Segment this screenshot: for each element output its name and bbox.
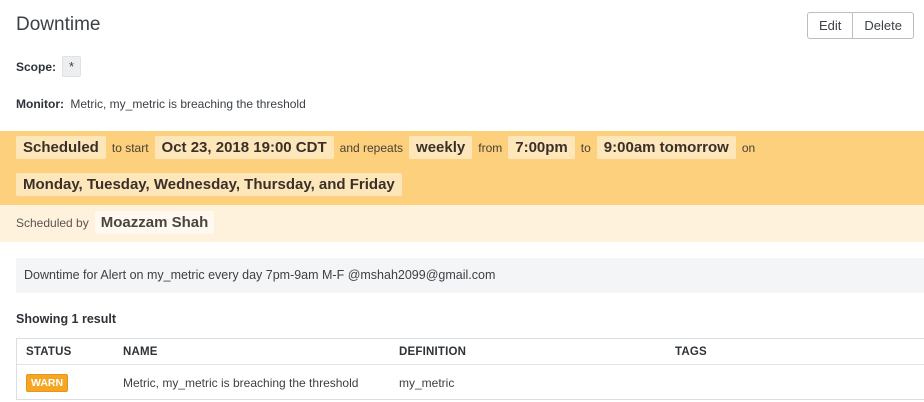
scope-value: * (62, 56, 82, 77)
monitor-label: Monitor: (16, 97, 64, 111)
status-badge: WARN (26, 374, 69, 392)
schedule-text-on: on (741, 140, 756, 155)
results-summary: Showing 1 result (16, 312, 117, 326)
results-table: STATUS NAME DEFINITION TAGS WARN Metric,… (16, 338, 924, 400)
table-header: STATUS NAME DEFINITION TAGS (17, 339, 924, 365)
scope-row: Scope: * (16, 56, 82, 77)
column-status[interactable]: STATUS (26, 346, 72, 358)
column-tags[interactable]: TAGS (675, 346, 707, 358)
monitor-row: Monitor: Metric, my_metric is breaching … (16, 97, 306, 111)
action-buttons: Edit Delete (807, 12, 914, 39)
column-definition[interactable]: DEFINITION (399, 346, 466, 358)
schedule-text-to: to (580, 140, 591, 155)
downtime-message: Downtime for Alert on my_metric every da… (16, 258, 924, 293)
scope-label: Scope: (16, 59, 57, 74)
row-definition: my_metric (399, 376, 455, 390)
schedule-from-time: 7:00pm (508, 136, 575, 159)
schedule-text-to-start: to start (111, 140, 149, 155)
monitor-value: Metric, my_metric is breaching the thres… (70, 97, 306, 111)
schedule-frequency: weekly (409, 136, 473, 159)
schedule-line-2: Monday, Tuesday, Wednesday, Thursday, an… (16, 173, 402, 196)
schedule-days: Monday, Tuesday, Wednesday, Thursday, an… (16, 173, 402, 196)
edit-button[interactable]: Edit (807, 12, 854, 39)
table-row[interactable]: WARN Metric, my_metric is breaching the … (17, 366, 924, 401)
delete-button[interactable]: Delete (853, 12, 914, 39)
schedule-line-1: Scheduled to start Oct 23, 2018 19:00 CD… (16, 136, 761, 159)
schedule-start: Oct 23, 2018 19:00 CDT (154, 136, 334, 159)
page-title: Downtime (16, 14, 101, 35)
schedule-text-repeats: and repeats (339, 140, 404, 155)
schedule-text-from: from (478, 140, 503, 155)
row-name[interactable]: Metric, my_metric is breaching the thres… (123, 376, 358, 390)
scheduled-by-row: Scheduled by Moazzam Shah (16, 211, 215, 234)
schedule-to-time: 9:00am tomorrow (596, 136, 736, 159)
schedule-status: Scheduled (16, 136, 106, 159)
scheduled-by-name: Moazzam Shah (94, 211, 215, 234)
scheduled-by-label: Scheduled by (16, 215, 89, 230)
column-name[interactable]: NAME (123, 346, 158, 358)
